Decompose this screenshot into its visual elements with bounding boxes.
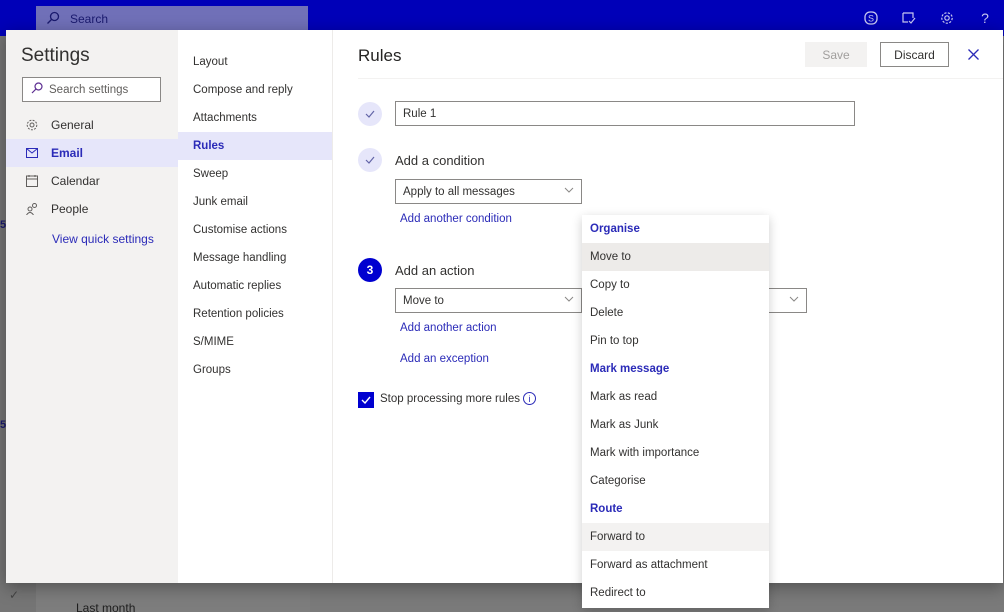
action-dropdown[interactable]: Move to — [395, 288, 582, 313]
subcategory-automatic-replies[interactable]: Automatic replies — [178, 272, 332, 300]
category-people[interactable]: People — [6, 195, 178, 223]
subcategory-retention-policies[interactable]: Retention policies — [178, 300, 332, 328]
category-label: General — [51, 118, 94, 132]
subcategory-compose-and-reply[interactable]: Compose and reply — [178, 76, 332, 104]
app-search-placeholder: Search — [70, 12, 109, 26]
subcategory-sweep[interactable]: Sweep — [178, 160, 332, 188]
step-complete-indicator — [358, 102, 382, 126]
stop-processing-label: Stop processing more rules — [380, 393, 520, 405]
menu-group-header: Organise — [590, 223, 640, 235]
save-button[interactable]: Save — [805, 42, 867, 67]
people-icon — [26, 203, 38, 215]
subcategory-rules[interactable]: Rules — [178, 132, 332, 160]
chevron-down-icon — [789, 296, 799, 302]
app-search-box[interactable]: Search — [36, 6, 308, 32]
search-icon — [46, 11, 62, 28]
category-label: Email — [51, 146, 84, 160]
checkmark-icon — [361, 396, 371, 404]
menu-option-copy-to[interactable]: Copy to — [582, 271, 769, 299]
menu-option-forward-as-attachment[interactable]: Forward as attachment — [582, 551, 769, 579]
subcategory-layout[interactable]: Layout — [178, 48, 332, 76]
search-icon — [31, 82, 43, 97]
view-quick-settings-link[interactable]: View quick settings — [52, 232, 154, 246]
menu-group-header: Route — [590, 503, 623, 515]
category-label: People — [51, 202, 89, 216]
settings-subcategories-pane: Layout Compose and reply Attachments Rul… — [178, 30, 333, 583]
checkmark-icon — [365, 110, 375, 118]
settings-dialog: Settings Search settings General Email C… — [6, 30, 1003, 583]
chevron-down-icon — [564, 296, 574, 302]
menu-option-forward-to[interactable]: Forward to — [582, 523, 769, 551]
mail-icon — [26, 147, 38, 159]
settings-title: Settings — [21, 45, 90, 66]
gear-icon — [26, 119, 38, 131]
menu-option-mark-as-junk[interactable]: Mark as Junk — [582, 411, 769, 439]
menu-option-move-to[interactable]: Move to — [582, 243, 769, 271]
step-complete-indicator — [358, 148, 382, 172]
settings-search-input[interactable]: Search settings — [22, 77, 161, 102]
condition-heading: Add a condition — [395, 153, 485, 168]
subcategory-junk-email[interactable]: Junk email — [178, 188, 332, 216]
subcategory-attachments[interactable]: Attachments — [178, 104, 332, 132]
menu-group-header: Mark message — [590, 363, 670, 375]
menu-option-mark-as-read[interactable]: Mark as read — [582, 383, 769, 411]
action-heading: Add an action — [395, 263, 475, 278]
discard-button[interactable]: Discard — [880, 42, 949, 67]
subcategory-customise-actions[interactable]: Customise actions — [178, 216, 332, 244]
settings-search-placeholder: Search settings — [49, 83, 129, 96]
action-dropdown-value: Move to — [403, 294, 444, 307]
subcategory-message-handling[interactable]: Message handling — [178, 244, 332, 272]
message-group-header: Last month — [76, 601, 136, 612]
category-label: Calendar — [51, 174, 100, 188]
condition-dropdown-value: Apply to all messages — [403, 185, 515, 198]
page-title: Rules — [358, 46, 402, 65]
menu-option-redirect-to[interactable]: Redirect to — [582, 579, 769, 607]
checkmark-icon — [365, 156, 375, 164]
menu-option-mark-with-importance[interactable]: Mark with importance — [582, 439, 769, 467]
checkmark-icon: ✓ — [9, 588, 20, 602]
svg-text:S: S — [868, 14, 874, 24]
subcategory-smime[interactable]: S/MIME — [178, 328, 332, 356]
close-button[interactable] — [963, 44, 983, 64]
add-another-action-link[interactable]: Add another action — [400, 322, 497, 334]
calendar-icon — [26, 175, 38, 187]
menu-option-delete[interactable]: Delete — [582, 299, 769, 327]
menu-option-pin-to-top[interactable]: Pin to top — [582, 327, 769, 355]
category-email[interactable]: Email — [6, 139, 178, 167]
settings-categories-pane: Settings Search settings General Email C… — [6, 30, 178, 583]
stop-processing-checkbox[interactable] — [358, 392, 374, 408]
category-general[interactable]: General — [6, 111, 178, 139]
close-icon — [967, 48, 979, 60]
chevron-down-icon — [564, 187, 574, 193]
add-another-condition-link[interactable]: Add another condition — [400, 213, 512, 225]
add-exception-link[interactable]: Add an exception — [400, 353, 489, 365]
condition-dropdown[interactable]: Apply to all messages — [395, 179, 582, 204]
action-dropdown-menu: Organise Move to Copy to Delete Pin to t… — [582, 215, 769, 608]
subcategory-groups[interactable]: Groups — [178, 356, 332, 384]
header-divider — [358, 78, 1003, 79]
category-calendar[interactable]: Calendar — [6, 167, 178, 195]
menu-option-categorise[interactable]: Categorise — [582, 467, 769, 495]
rule-name-input[interactable]: Rule 1 — [395, 101, 855, 126]
step-number-indicator: 3 — [358, 258, 382, 282]
info-icon[interactable]: i — [523, 392, 536, 405]
